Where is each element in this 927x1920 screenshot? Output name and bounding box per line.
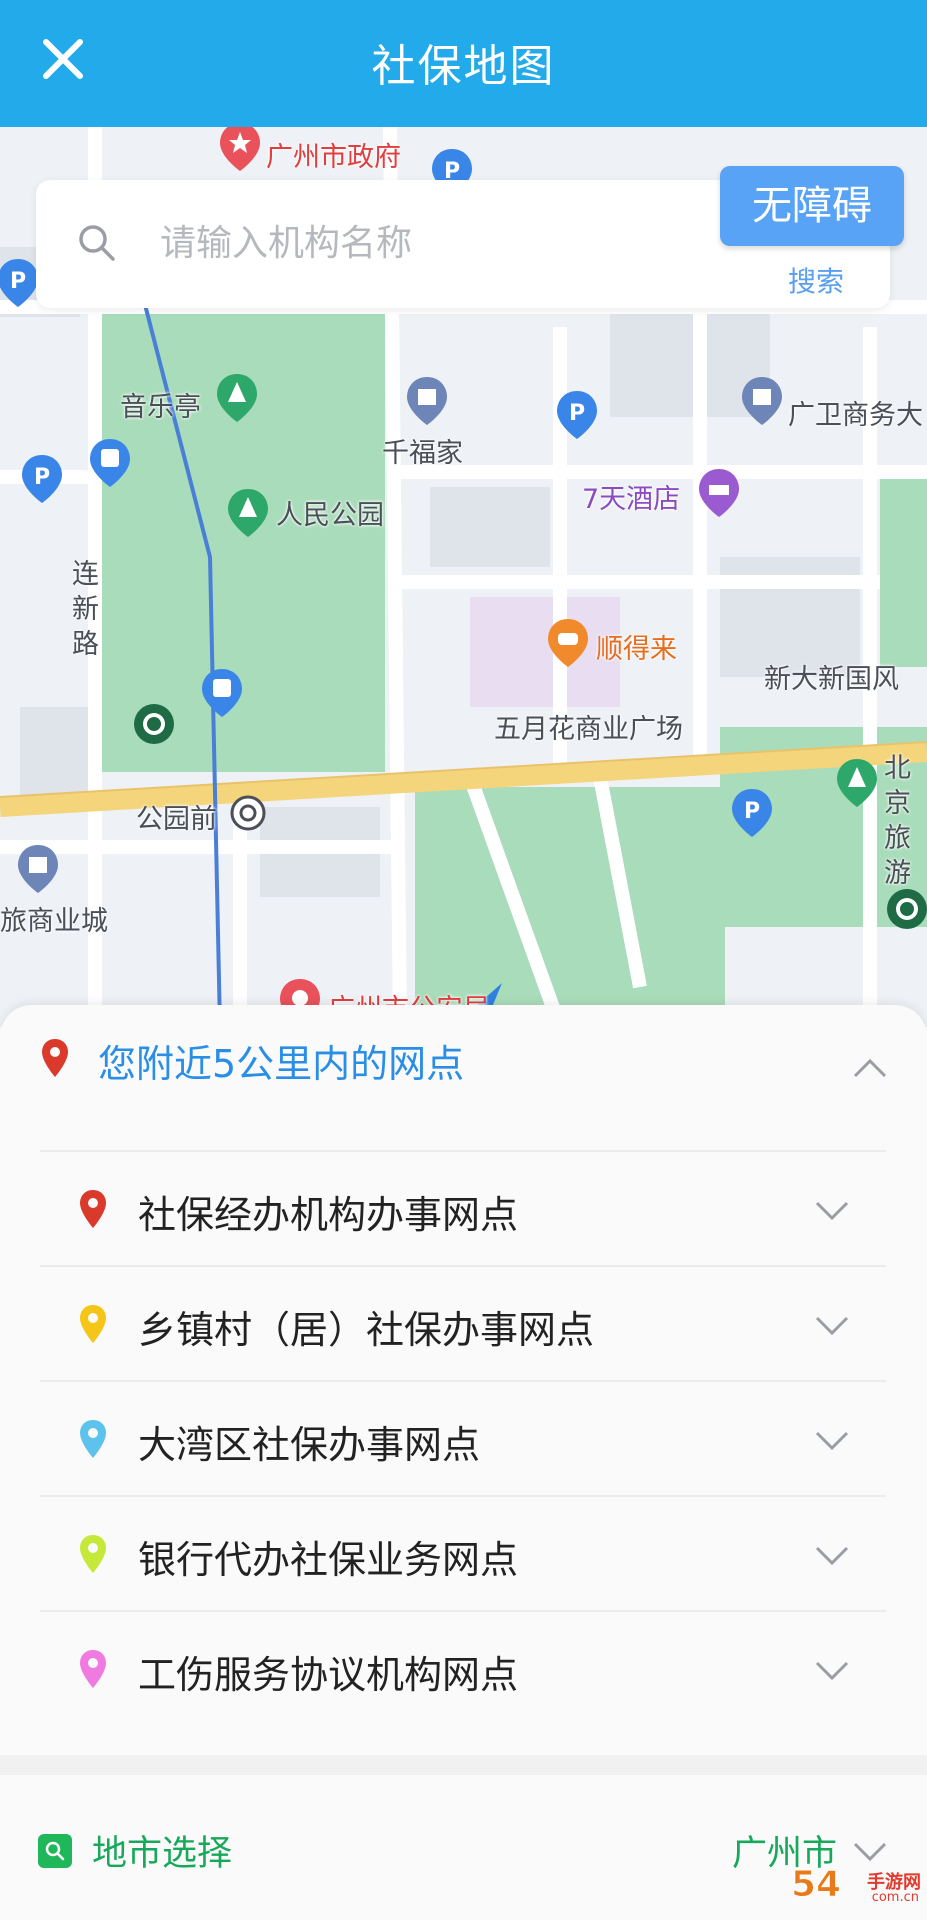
location-pin-icon — [80, 1190, 106, 1228]
category-item[interactable]: 工伤服务协议机构网点 — [40, 1610, 886, 1725]
park-marker-icon[interactable] — [835, 757, 879, 809]
cafe-marker-icon[interactable] — [885, 887, 927, 939]
poi-label[interactable]: 顺得来 — [596, 627, 677, 666]
poi-label[interactable]: 五月花商业广场 — [494, 707, 683, 746]
hotel-marker-icon[interactable] — [697, 467, 741, 519]
nearby-title: 您附近5公里内的网点 — [98, 1042, 465, 1086]
cafe-marker-icon[interactable] — [132, 702, 176, 754]
svg-text:P: P — [569, 401, 585, 426]
city-select-label: 地市选择 — [92, 1834, 233, 1874]
building-marker-icon[interactable] — [16, 843, 60, 895]
pin-fill — [80, 1190, 106, 1228]
city-search-icon — [38, 1834, 72, 1868]
nearby-header[interactable]: 您附近5公里内的网点 — [0, 1005, 927, 1115]
category-item[interactable]: 社保经办机构办事网点 — [40, 1150, 886, 1265]
poi-label[interactable]: 人民公园 — [276, 493, 384, 532]
city-select-row[interactable]: 地市选择 广州市 — [0, 1775, 927, 1920]
location-pin-icon — [80, 1650, 106, 1688]
park-marker-icon[interactable] — [226, 487, 270, 539]
category-label: 大湾区社保办事网点 — [138, 1423, 481, 1467]
location-pin-icon — [80, 1535, 106, 1573]
chevron-down-icon[interactable] — [814, 1545, 850, 1567]
parking-marker-icon[interactable]: P — [20, 453, 64, 505]
category-label: 银行代办社保业务网点 — [138, 1538, 519, 1582]
category-item[interactable]: 银行代办社保业务网点 — [40, 1495, 886, 1610]
location-pin-icon — [42, 1039, 68, 1077]
location-pin-icon — [80, 1420, 106, 1458]
category-label: 社保经办机构办事网点 — [138, 1193, 519, 1237]
category-item[interactable]: 大湾区社保办事网点 — [40, 1380, 886, 1495]
poi-label[interactable]: 新大新国风 — [764, 657, 899, 696]
poi-label[interactable]: 广卫商务大 — [788, 393, 923, 432]
chevron-down-icon[interactable] — [814, 1315, 850, 1337]
poi-label[interactable]: 音乐亭 — [120, 385, 201, 424]
category-label: 工伤服务协议机构网点 — [138, 1653, 519, 1697]
bus-stop-marker-icon[interactable] — [88, 437, 132, 489]
metro-station-label[interactable]: 公园前 — [136, 797, 217, 836]
bus-stop-marker-icon[interactable] — [200, 667, 244, 719]
location-pin-icon — [80, 1305, 106, 1343]
category-label: 乡镇村（居）社保办事网点 — [138, 1308, 595, 1352]
nearby-panel: 您附近5公里内的网点 社保经办机构办事网点 乡镇村（居）社保办事网点 大湾区社保… — [0, 1005, 927, 1920]
search-icon — [79, 225, 115, 261]
building-marker-icon[interactable] — [405, 375, 449, 427]
category-list: 社保经办机构办事网点 乡镇村（居）社保办事网点 大湾区社保办事网点 银行代办社保… — [40, 1150, 886, 1725]
poi-label[interactable]: 旅商业城 — [0, 899, 108, 938]
government-marker-icon[interactable] — [218, 127, 262, 173]
svg-text:P: P — [34, 465, 50, 490]
park-marker-icon[interactable] — [215, 372, 259, 424]
watermark-url: com.cn — [871, 1890, 919, 1905]
poi-label[interactable]: 北京旅游 — [884, 751, 918, 891]
search-button[interactable]: 搜索 — [788, 260, 844, 300]
poi-label[interactable]: 广州市政府 — [266, 135, 401, 174]
parking-marker-icon[interactable]: P — [0, 257, 40, 309]
restaurant-marker-icon[interactable] — [546, 617, 590, 669]
accessibility-button[interactable]: 无障碍 — [720, 166, 904, 246]
chevron-down-icon[interactable] — [814, 1200, 850, 1222]
chevron-up-icon[interactable] — [852, 1057, 888, 1079]
building-marker-icon[interactable] — [740, 375, 784, 427]
chevron-down-icon[interactable] — [814, 1660, 850, 1682]
chevron-down-icon[interactable] — [852, 1841, 888, 1863]
poi-label[interactable]: 7天酒店 — [582, 477, 680, 516]
parking-marker-icon[interactable]: P — [730, 787, 774, 839]
metro-station-icon — [230, 795, 266, 831]
page-title: 社保地图 — [371, 41, 556, 92]
title-bar: 社保地图 — [0, 0, 927, 127]
watermark-number: 54 — [790, 1864, 842, 1906]
svg-text:P: P — [10, 269, 26, 294]
category-item[interactable]: 乡镇村（居）社保办事网点 — [40, 1265, 886, 1380]
divider — [0, 1755, 927, 1775]
poi-label[interactable]: 千福家 — [382, 431, 463, 470]
watermark-logo: 54 手游网 com.cn — [790, 1864, 921, 1912]
chevron-down-icon[interactable] — [814, 1430, 850, 1452]
svg-text:P: P — [744, 799, 760, 824]
search-input[interactable] — [158, 216, 738, 270]
road-label: 连新路 — [72, 559, 99, 660]
parking-marker-icon[interactable]: P — [555, 389, 599, 441]
